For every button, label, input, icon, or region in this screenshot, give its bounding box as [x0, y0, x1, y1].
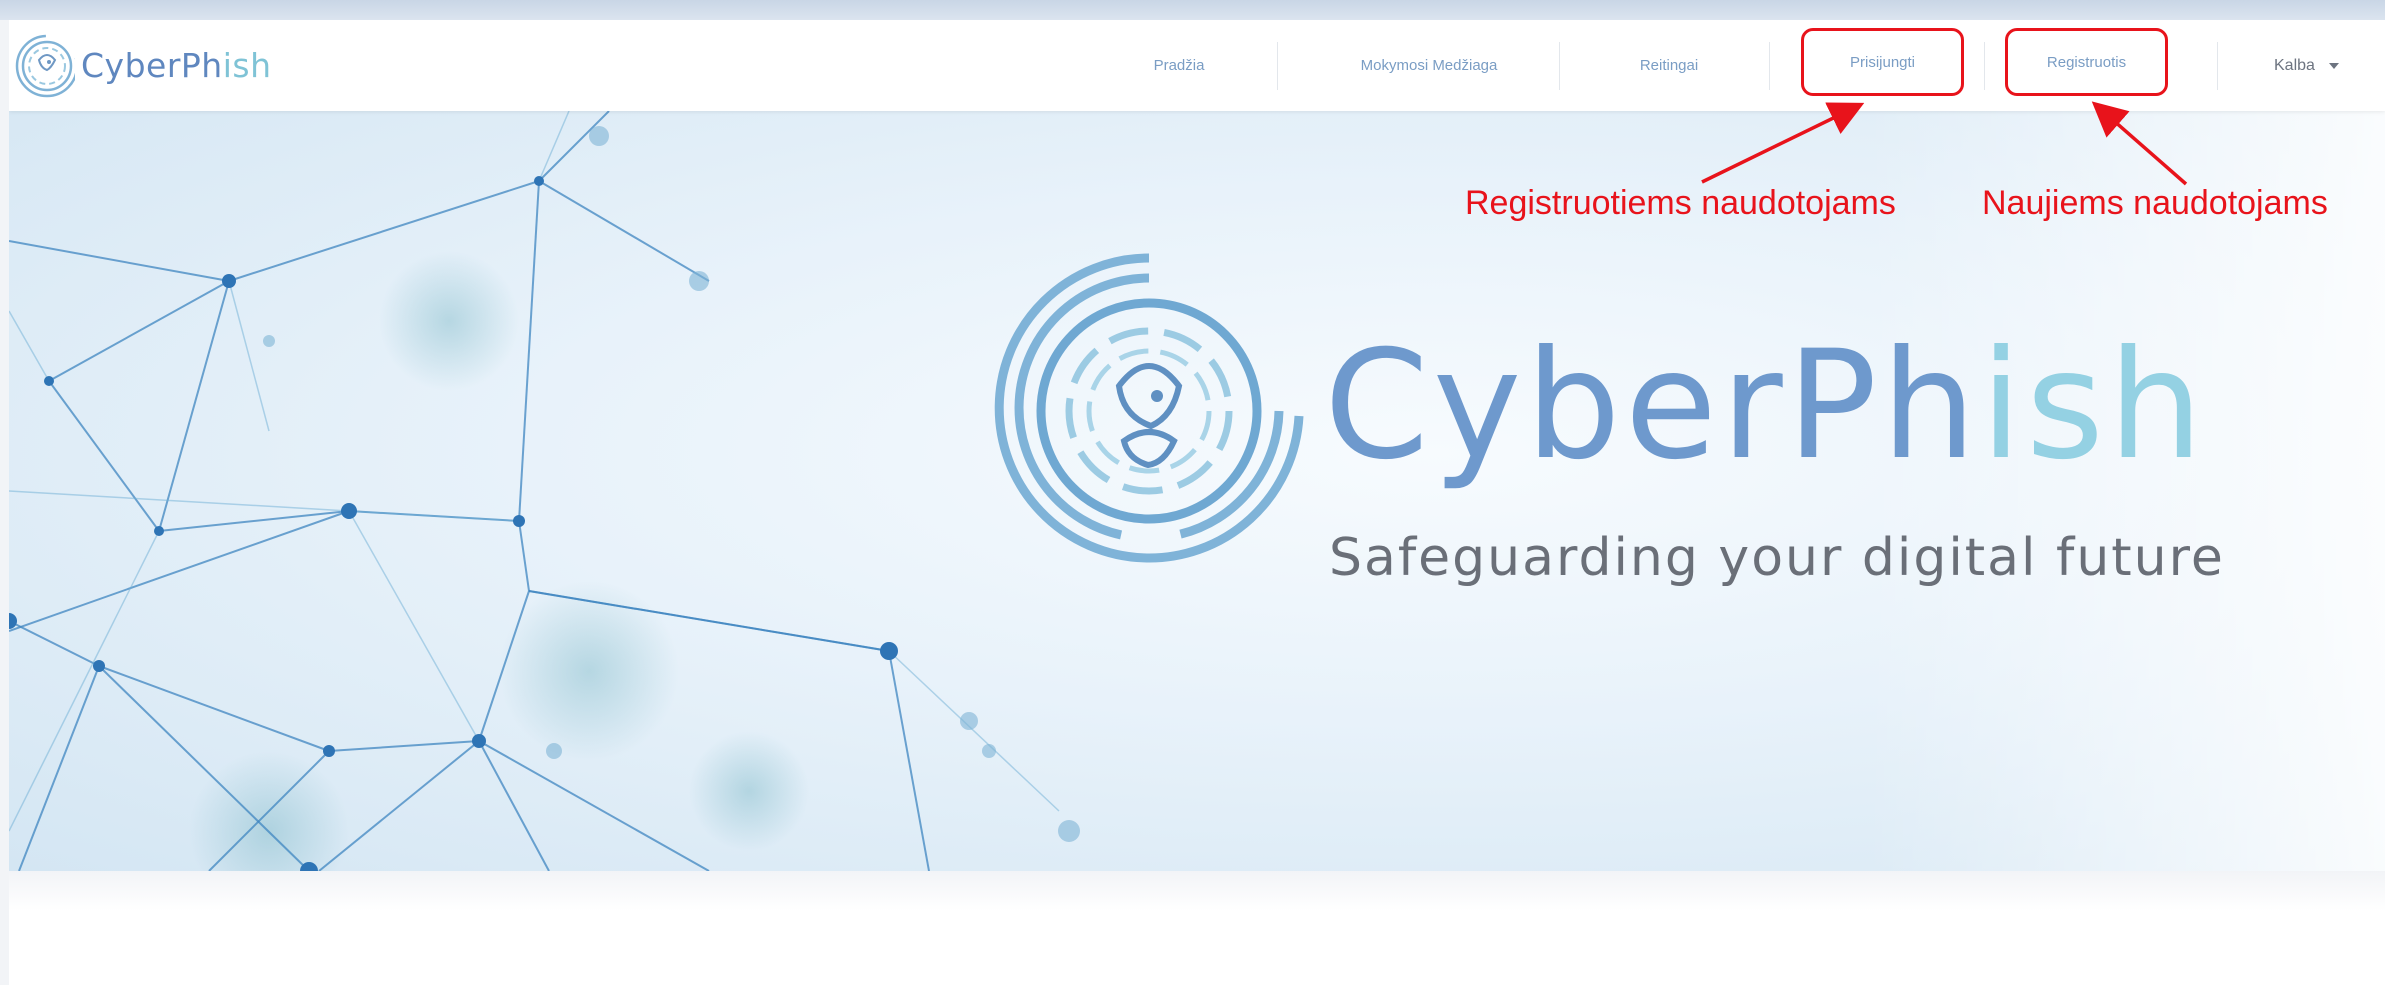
register-annotation-label: Naujiems naudotojams [1982, 184, 2328, 222]
arrow-to-register-icon [2091, 101, 2188, 186]
annotation-arrows [1701, 101, 2188, 186]
screenshot: CyberPhish Pradžia Mokymosi Medžiaga Rei… [0, 0, 2385, 985]
arrow-to-login-icon [1701, 102, 1865, 184]
login-annotation-label: Registruotiems naudotojams [1465, 184, 1896, 222]
